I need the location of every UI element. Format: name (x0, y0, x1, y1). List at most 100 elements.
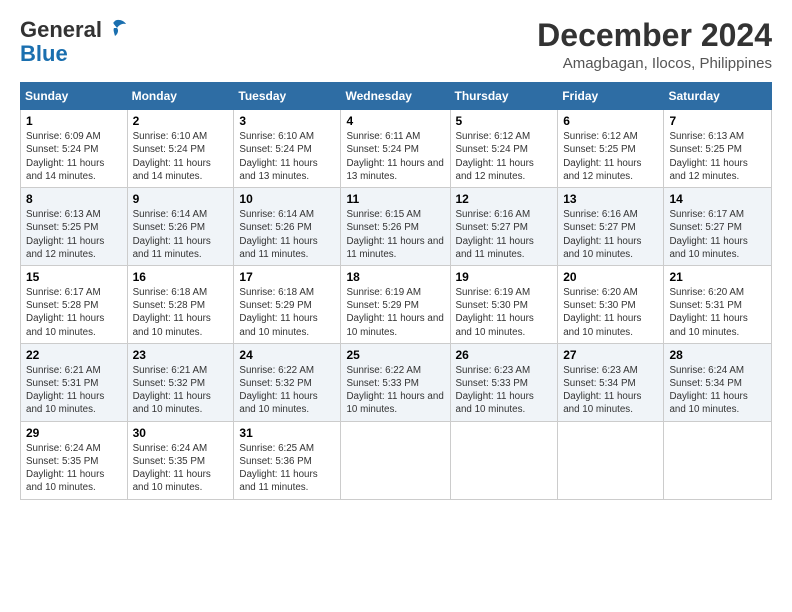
calendar-cell: 9 Sunrise: 6:14 AM Sunset: 5:26 PM Daylig… (127, 188, 234, 266)
day-number: 20 (563, 270, 658, 284)
day-info: Sunrise: 6:13 AM Sunset: 5:25 PM Dayligh… (26, 208, 122, 261)
day-number: 7 (669, 114, 766, 128)
calendar-cell: 2 Sunrise: 6:10 AM Sunset: 5:24 PM Daylig… (127, 110, 234, 188)
calendar-cell: 24 Sunrise: 6:22 AM Sunset: 5:32 PM Dayli… (234, 343, 341, 421)
calendar-cell: 16 Sunrise: 6:18 AM Sunset: 5:28 PM Dayli… (127, 265, 234, 343)
day-number: 9 (133, 192, 229, 206)
logo-general: General (20, 18, 102, 42)
calendar-cell: 31Sunrise: 6:25 AM Sunset: 5:36 PM Dayli… (234, 421, 341, 499)
day-number: 17 (239, 270, 335, 284)
calendar-cell: 26 Sunrise: 6:23 AM Sunset: 5:33 PM Dayli… (450, 343, 558, 421)
calendar-cell (558, 421, 664, 499)
day-info: Sunrise: 6:24 AM Sunset: 5:35 PM Dayligh… (133, 442, 229, 495)
day-info: Sunrise: 6:13 AM Sunset: 5:25 PM Dayligh… (669, 130, 766, 183)
calendar-cell: 21 Sunrise: 6:20 AM Sunset: 5:31 PM Dayli… (664, 265, 772, 343)
day-info: Sunrise: 6:24 AM Sunset: 5:35 PM Dayligh… (26, 442, 122, 495)
day-info: Sunrise: 6:23 AM Sunset: 5:33 PM Dayligh… (456, 364, 553, 417)
logo-bird-icon (104, 18, 126, 38)
day-number: 2 (133, 114, 229, 128)
day-number: 12 (456, 192, 553, 206)
day-info: Sunrise: 6:12 AM Sunset: 5:24 PM Dayligh… (456, 130, 553, 183)
calendar-cell: 4Sunrise: 6:11 AM Sunset: 5:24 PM Daylig… (341, 110, 450, 188)
calendar-cell: 19 Sunrise: 6:19 AM Sunset: 5:30 PM Dayli… (450, 265, 558, 343)
calendar-cell: 28 Sunrise: 6:24 AM Sunset: 5:34 PM Dayli… (664, 343, 772, 421)
day-number: 27 (563, 348, 658, 362)
calendar-week-row: 1Sunrise: 6:09 AM Sunset: 5:24 PM Daylig… (21, 110, 772, 188)
day-info: Sunrise: 6:15 AM Sunset: 5:26 PM Dayligh… (346, 208, 444, 261)
col-wednesday: Wednesday (341, 83, 450, 110)
calendar-cell: 7 Sunrise: 6:13 AM Sunset: 5:25 PM Daylig… (664, 110, 772, 188)
col-monday: Monday (127, 83, 234, 110)
calendar-cell: 5 Sunrise: 6:12 AM Sunset: 5:24 PM Daylig… (450, 110, 558, 188)
calendar-cell: 15Sunrise: 6:17 AM Sunset: 5:28 PM Dayli… (21, 265, 128, 343)
day-info: Sunrise: 6:14 AM Sunset: 5:26 PM Dayligh… (133, 208, 229, 261)
day-number: 26 (456, 348, 553, 362)
location: Amagbagan, Ilocos, Philippines (537, 55, 772, 72)
day-info: Sunrise: 6:20 AM Sunset: 5:30 PM Dayligh… (563, 286, 658, 339)
calendar-cell: 23Sunrise: 6:21 AM Sunset: 5:32 PM Dayli… (127, 343, 234, 421)
day-number: 16 (133, 270, 229, 284)
day-number: 24 (239, 348, 335, 362)
day-number: 15 (26, 270, 122, 284)
day-number: 28 (669, 348, 766, 362)
day-number: 19 (456, 270, 553, 284)
day-number: 6 (563, 114, 658, 128)
calendar-cell: 17Sunrise: 6:18 AM Sunset: 5:29 PM Dayli… (234, 265, 341, 343)
day-info: Sunrise: 6:21 AM Sunset: 5:32 PM Dayligh… (133, 364, 229, 417)
calendar-cell: 18Sunrise: 6:19 AM Sunset: 5:29 PM Dayli… (341, 265, 450, 343)
calendar-cell: 29Sunrise: 6:24 AM Sunset: 5:35 PM Dayli… (21, 421, 128, 499)
calendar-week-row: 29Sunrise: 6:24 AM Sunset: 5:35 PM Dayli… (21, 421, 772, 499)
day-number: 30 (133, 426, 229, 440)
day-info: Sunrise: 6:22 AM Sunset: 5:33 PM Dayligh… (346, 364, 444, 417)
day-info: Sunrise: 6:10 AM Sunset: 5:24 PM Dayligh… (239, 130, 335, 183)
col-friday: Friday (558, 83, 664, 110)
day-info: Sunrise: 6:14 AM Sunset: 5:26 PM Dayligh… (239, 208, 335, 261)
day-info: Sunrise: 6:22 AM Sunset: 5:32 PM Dayligh… (239, 364, 335, 417)
calendar-cell: 12 Sunrise: 6:16 AM Sunset: 5:27 PM Dayli… (450, 188, 558, 266)
calendar-cell: 30 Sunrise: 6:24 AM Sunset: 5:35 PM Dayli… (127, 421, 234, 499)
day-info: Sunrise: 6:23 AM Sunset: 5:34 PM Dayligh… (563, 364, 658, 417)
calendar-header-row: Sunday Monday Tuesday Wednesday Thursday… (21, 83, 772, 110)
day-info: Sunrise: 6:16 AM Sunset: 5:27 PM Dayligh… (563, 208, 658, 261)
day-number: 13 (563, 192, 658, 206)
calendar-cell: 25 Sunrise: 6:22 AM Sunset: 5:33 PM Dayli… (341, 343, 450, 421)
day-number: 10 (239, 192, 335, 206)
day-number: 18 (346, 270, 444, 284)
day-info: Sunrise: 6:11 AM Sunset: 5:24 PM Dayligh… (346, 130, 444, 183)
header: General Blue December 2024 Amagbagan, Il… (20, 18, 772, 72)
calendar-cell: 1Sunrise: 6:09 AM Sunset: 5:24 PM Daylig… (21, 110, 128, 188)
calendar-cell: 22Sunrise: 6:21 AM Sunset: 5:31 PM Dayli… (21, 343, 128, 421)
calendar-week-row: 8 Sunrise: 6:13 AM Sunset: 5:25 PM Daylig… (21, 188, 772, 266)
col-sunday: Sunday (21, 83, 128, 110)
day-info: Sunrise: 6:17 AM Sunset: 5:27 PM Dayligh… (669, 208, 766, 261)
day-info: Sunrise: 6:24 AM Sunset: 5:34 PM Dayligh… (669, 364, 766, 417)
logo-blue: Blue (20, 42, 68, 66)
calendar-cell (664, 421, 772, 499)
calendar-cell (341, 421, 450, 499)
calendar-week-row: 22Sunrise: 6:21 AM Sunset: 5:31 PM Dayli… (21, 343, 772, 421)
day-number: 3 (239, 114, 335, 128)
day-info: Sunrise: 6:21 AM Sunset: 5:31 PM Dayligh… (26, 364, 122, 417)
calendar-cell: 11Sunrise: 6:15 AM Sunset: 5:26 PM Dayli… (341, 188, 450, 266)
day-info: Sunrise: 6:20 AM Sunset: 5:31 PM Dayligh… (669, 286, 766, 339)
day-info: Sunrise: 6:18 AM Sunset: 5:28 PM Dayligh… (133, 286, 229, 339)
day-info: Sunrise: 6:19 AM Sunset: 5:30 PM Dayligh… (456, 286, 553, 339)
day-number: 8 (26, 192, 122, 206)
day-number: 5 (456, 114, 553, 128)
calendar-cell: 27 Sunrise: 6:23 AM Sunset: 5:34 PM Dayli… (558, 343, 664, 421)
day-info: Sunrise: 6:09 AM Sunset: 5:24 PM Dayligh… (26, 130, 122, 183)
day-info: Sunrise: 6:16 AM Sunset: 5:27 PM Dayligh… (456, 208, 553, 261)
col-saturday: Saturday (664, 83, 772, 110)
calendar-week-row: 15Sunrise: 6:17 AM Sunset: 5:28 PM Dayli… (21, 265, 772, 343)
day-number: 21 (669, 270, 766, 284)
calendar-cell (450, 421, 558, 499)
page: General Blue December 2024 Amagbagan, Il… (0, 0, 792, 612)
col-tuesday: Tuesday (234, 83, 341, 110)
title-block: December 2024 Amagbagan, Ilocos, Philipp… (537, 18, 772, 72)
calendar-table: Sunday Monday Tuesday Wednesday Thursday… (20, 82, 772, 499)
day-info: Sunrise: 6:25 AM Sunset: 5:36 PM Dayligh… (239, 442, 335, 495)
col-thursday: Thursday (450, 83, 558, 110)
calendar-cell: 10 Sunrise: 6:14 AM Sunset: 5:26 PM Dayli… (234, 188, 341, 266)
day-number: 25 (346, 348, 444, 362)
day-info: Sunrise: 6:10 AM Sunset: 5:24 PM Dayligh… (133, 130, 229, 183)
